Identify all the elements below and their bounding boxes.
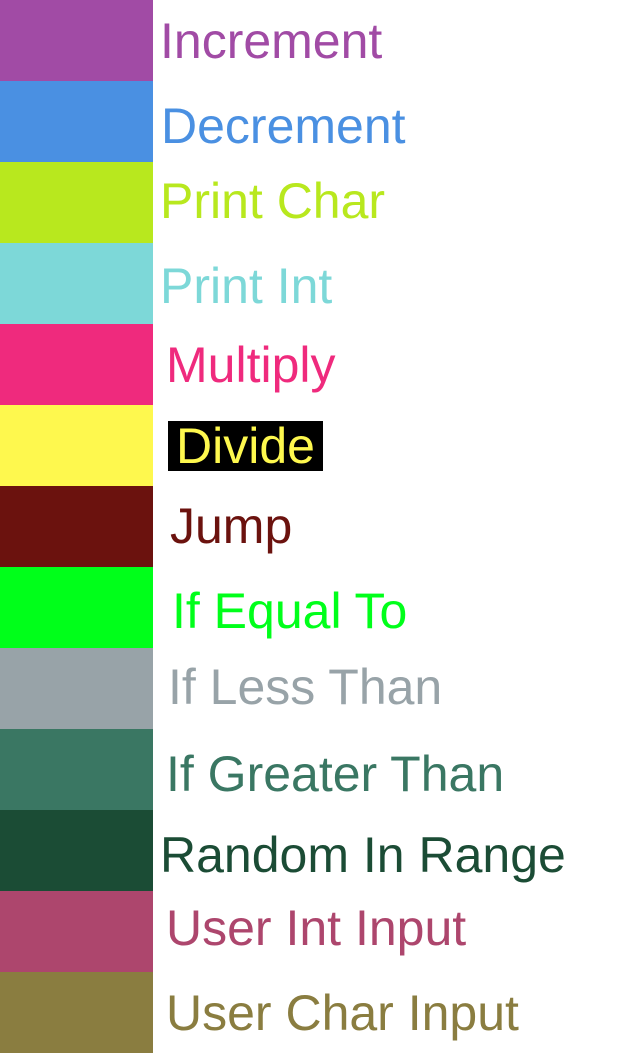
swatch-print-char bbox=[0, 162, 153, 243]
label-print-char: Print Char bbox=[160, 173, 386, 229]
swatch-if-greater-than bbox=[0, 729, 153, 810]
swatch-jump bbox=[0, 486, 153, 567]
legend-row-divide: Divide bbox=[0, 405, 617, 486]
label-print-int: Print Int bbox=[160, 258, 333, 314]
legend-row-if-less-than: If Less Than bbox=[0, 648, 617, 729]
legend-row-user-char-input: User Char Input bbox=[0, 972, 617, 1053]
label-increment: Increment bbox=[160, 13, 383, 69]
label-decrement: Decrement bbox=[161, 98, 406, 154]
legend-row-decrement: Decrement bbox=[0, 81, 617, 162]
swatch-increment bbox=[0, 0, 153, 81]
label-multiply: Multiply bbox=[166, 337, 336, 393]
swatch-user-int-input bbox=[0, 891, 153, 972]
legend-row-print-char: Print Char bbox=[0, 162, 617, 243]
swatch-if-equal-to bbox=[0, 567, 153, 648]
swatch-random-in-range bbox=[0, 810, 153, 891]
swatch-print-int bbox=[0, 243, 153, 324]
label-user-int-input: User Int Input bbox=[166, 900, 467, 956]
legend-row-if-equal-to: If Equal To bbox=[0, 567, 617, 648]
label-if-greater-than: If Greater Than bbox=[166, 746, 505, 802]
label-if-less-than: If Less Than bbox=[168, 659, 443, 715]
swatch-multiply bbox=[0, 324, 153, 405]
legend-row-increment: Increment bbox=[0, 0, 617, 81]
legend-row-if-greater-than: If Greater Than bbox=[0, 729, 617, 810]
swatch-decrement bbox=[0, 81, 153, 162]
legend-row-user-int-input: User Int Input bbox=[0, 891, 617, 972]
legend-row-multiply: Multiply bbox=[0, 324, 617, 405]
swatch-user-char-input bbox=[0, 972, 153, 1053]
legend-row-jump: Jump bbox=[0, 486, 617, 567]
legend-row-print-int: Print Int bbox=[0, 243, 617, 324]
color-legend: Increment Decrement Print Char Print Int… bbox=[0, 0, 617, 1060]
label-divide: Divide bbox=[168, 421, 323, 471]
label-jump: Jump bbox=[170, 498, 293, 554]
swatch-if-less-than bbox=[0, 648, 153, 729]
label-user-char-input: User Char Input bbox=[166, 985, 519, 1041]
label-random-in-range: Random In Range bbox=[160, 827, 566, 883]
legend-row-random-in-range: Random In Range bbox=[0, 810, 617, 891]
swatch-divide bbox=[0, 405, 153, 486]
label-if-equal-to: If Equal To bbox=[172, 583, 408, 639]
